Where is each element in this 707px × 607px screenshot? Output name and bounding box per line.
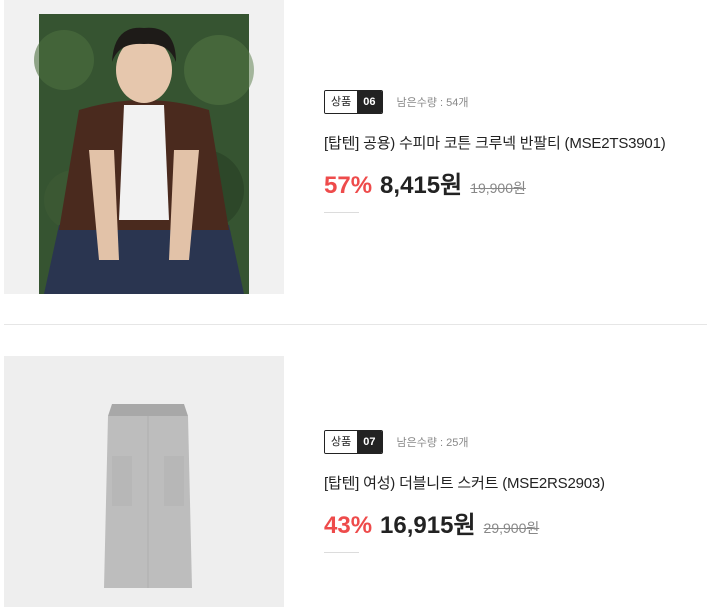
original-price: 19,900원 (470, 180, 526, 196)
product-image[interactable] (4, 356, 284, 607)
remaining-quantity: 남은수량 : 25개 (396, 437, 469, 449)
product-card[interactable]: 상품 07 남은수량 : 25개 [탑텐] 여성) 더블니트 스커트 (MSE2… (0, 326, 707, 607)
price-row: 43% 16,915원 29,900원 (324, 505, 704, 540)
product-info: 상품 06 남은수량 : 54개 [탑텐] 공용) 수피마 코튼 크루넥 반팔티… (324, 90, 704, 213)
product-image[interactable] (4, 0, 284, 294)
product-badge: 상품 06 (324, 90, 383, 114)
section-divider (4, 324, 707, 325)
product-title[interactable]: [탑텐] 여성) 더블니트 스커트 (MSE2RS2903) (324, 472, 704, 493)
product-card[interactable]: 상품 06 남은수량 : 54개 [탑텐] 공용) 수피마 코튼 크루넥 반팔티… (0, 0, 707, 324)
original-price: 29,900원 (483, 520, 540, 536)
badge-number: 06 (357, 91, 382, 113)
divider-short (324, 552, 359, 553)
sale-price: 8,415원 (380, 172, 463, 199)
sale-price: 16,915원 (380, 512, 476, 539)
remaining-quantity: 남은수량 : 54개 (396, 97, 469, 109)
badge-label: 상품 (325, 431, 358, 453)
divider-short (324, 212, 359, 213)
product-title[interactable]: [탑텐] 공용) 수피마 코튼 크루넥 반팔티 (MSE2TS3901) (324, 132, 704, 153)
badge-label: 상품 (325, 91, 358, 113)
discount-rate: 43% (324, 512, 373, 539)
product-info: 상품 07 남은수량 : 25개 [탑텐] 여성) 더블니트 스커트 (MSE2… (324, 430, 704, 553)
discount-rate: 57% (324, 172, 373, 199)
product-badge: 상품 07 (324, 430, 383, 454)
badge-number: 07 (357, 431, 382, 453)
price-row: 57% 8,415원 19,900원 (324, 165, 704, 200)
